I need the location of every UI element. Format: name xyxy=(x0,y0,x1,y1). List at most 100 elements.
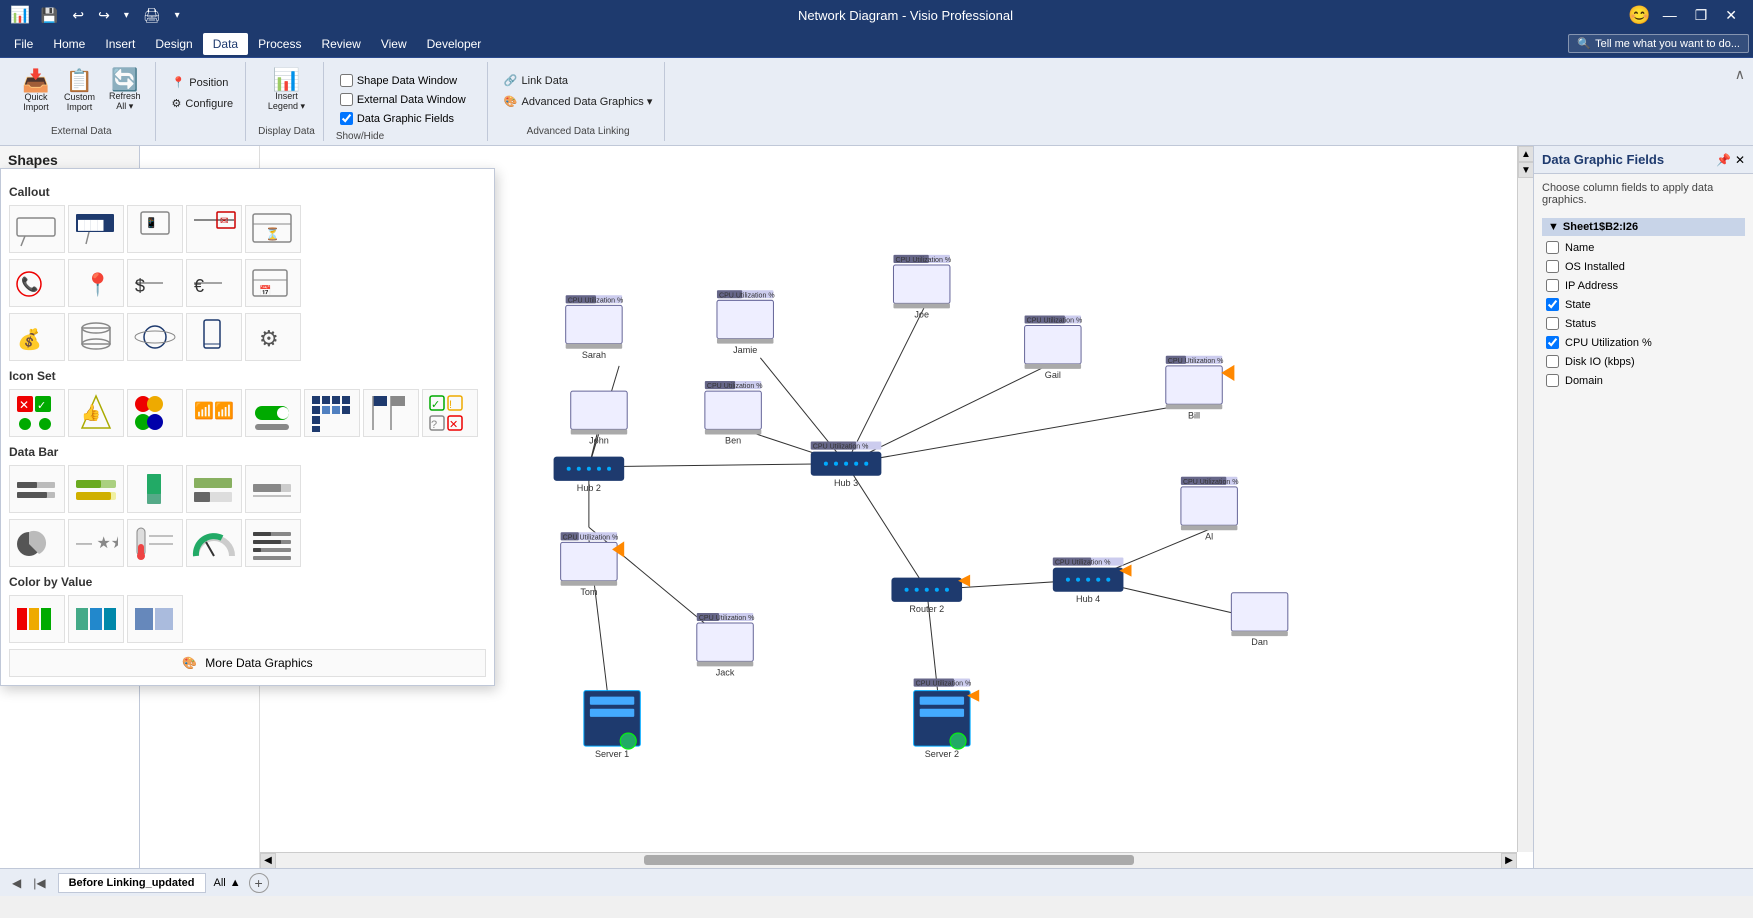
field-os-checkbox[interactable] xyxy=(1546,260,1559,273)
quick-access-redo[interactable]: ↪ xyxy=(95,6,113,25)
callout-calendar[interactable]: 📅 xyxy=(245,259,301,307)
horizontal-scrollbar[interactable]: ◀ ▶ xyxy=(260,852,1517,868)
callout-mobile[interactable] xyxy=(186,313,242,361)
right-panel-pin-icon[interactable]: 📌 xyxy=(1716,153,1731,167)
insert-legend-button[interactable]: 📊 InsertLegend ▾ xyxy=(262,66,311,122)
add-page-button[interactable]: + xyxy=(249,873,269,893)
ben-node[interactable]: CPU Utilization % Ben xyxy=(705,381,763,446)
field-domain-checkbox[interactable] xyxy=(1546,374,1559,387)
page-dropdown[interactable]: All ▲ xyxy=(214,877,241,889)
configure-button[interactable]: ⚙ Configure xyxy=(168,95,238,112)
gail-node[interactable]: CPU Utilization % Gail xyxy=(1025,315,1083,380)
sarah-node[interactable]: CPU Utilization % Sarah xyxy=(566,295,624,360)
hub3-node[interactable]: CPU Utilization % Hub 3 xyxy=(811,442,882,488)
databar-multibar[interactable] xyxy=(245,519,301,567)
iconset-item-wifi[interactable]: 📶 📶 xyxy=(186,389,242,437)
menu-item-home[interactable]: Home xyxy=(43,33,95,55)
callout-planet[interactable] xyxy=(127,313,183,361)
callout-item-3[interactable]: 📱 xyxy=(127,205,183,253)
data-graphic-fields-checkbox[interactable]: Data Graphic Fields xyxy=(336,110,470,127)
hub2-node[interactable]: Hub 2 xyxy=(554,457,625,493)
quick-access-extra[interactable]: ▾ xyxy=(172,9,183,22)
vertical-scrollbar[interactable]: ▲ ▼ xyxy=(1517,146,1533,852)
custom-import-button[interactable]: 📋 CustomImport xyxy=(58,67,101,115)
jack-node[interactable]: CPU Utilization % Jack xyxy=(697,613,755,678)
iconset-item-2[interactable]: 👍 xyxy=(68,389,124,437)
menu-item-file[interactable]: File xyxy=(4,33,43,55)
callout-item-1[interactable] xyxy=(9,205,65,253)
iconset-item-1[interactable]: ✕ ✓ xyxy=(9,389,65,437)
callout-dollar[interactable]: $ xyxy=(127,259,183,307)
iconset-item-toggle[interactable] xyxy=(245,389,301,437)
field-diskio-checkbox[interactable] xyxy=(1546,355,1559,368)
field-cpu-checkbox[interactable] xyxy=(1546,336,1559,349)
scroll-down-arrow[interactable]: ▼ xyxy=(1518,162,1533,178)
advanced-graphics-button[interactable]: 🎨 Advanced Data Graphics ▾ xyxy=(500,93,657,110)
joe-node[interactable]: CPU Utilization % Joe xyxy=(893,255,951,320)
field-ip-checkbox[interactable] xyxy=(1546,279,1559,292)
color-item-1[interactable] xyxy=(9,595,65,643)
quick-access-print[interactable]: 🖨 xyxy=(140,6,164,25)
link-data-button[interactable]: 🔗 Link Data xyxy=(500,72,657,89)
page-first-btn[interactable]: |◀ xyxy=(29,874,49,892)
callout-money-bag[interactable]: 💰 xyxy=(9,313,65,361)
scroll-up-arrow[interactable]: ▲ xyxy=(1518,146,1533,162)
iconset-item-grid[interactable] xyxy=(304,389,360,437)
menu-item-review[interactable]: Review xyxy=(311,33,370,55)
databar-item-2[interactable] xyxy=(68,465,124,513)
databar-stars[interactable]: — ★★★★ xyxy=(68,519,124,567)
iconset-item-flags[interactable] xyxy=(363,389,419,437)
tom-node[interactable]: CPU Utilization % Tom xyxy=(561,532,625,597)
callout-item-2[interactable]: ████ xyxy=(68,205,124,253)
scroll-thumb-h[interactable] xyxy=(644,855,1134,865)
al-node[interactable]: CPU Utilization % Al xyxy=(1181,477,1239,542)
router2-node[interactable]: Router 2 xyxy=(891,575,970,614)
databar-pie[interactable] xyxy=(9,519,65,567)
minimize-button[interactable]: — xyxy=(1657,5,1683,25)
server2-node[interactable]: CPU Utilization % Server 2 xyxy=(914,679,980,760)
hub4-node[interactable]: CPU Utilization % Hub 4 xyxy=(1053,557,1132,603)
status-tab[interactable]: Before Linking_updated xyxy=(58,873,206,893)
menu-item-data[interactable]: Data xyxy=(203,33,248,55)
data-graphic-fields-input[interactable] xyxy=(340,112,353,125)
callout-item-5[interactable]: ⏳ xyxy=(245,205,301,253)
callout-gear[interactable]: ⚙ xyxy=(245,313,301,361)
iconset-item-checkmarks[interactable]: ✓ ! ? ✕ xyxy=(422,389,478,437)
shape-data-window-checkbox[interactable]: Shape Data Window xyxy=(336,72,470,89)
scroll-track-h[interactable] xyxy=(276,853,1501,868)
refresh-all-button[interactable]: 🔄 RefreshAll ▾ xyxy=(103,66,147,115)
quick-access-more[interactable]: ▾ xyxy=(121,9,132,22)
server1-node[interactable]: Server 1 xyxy=(584,691,640,760)
ribbon-collapse-button[interactable]: ∧ xyxy=(1735,66,1745,82)
databar-gauge[interactable] xyxy=(186,519,242,567)
john-node[interactable]: John xyxy=(571,391,627,445)
quick-access-save[interactable]: 💾 xyxy=(38,6,61,25)
callout-db[interactable] xyxy=(68,313,124,361)
field-section-header[interactable]: ▼ Sheet1$B2:I26 xyxy=(1542,218,1745,236)
databar-item-5[interactable] xyxy=(245,465,301,513)
page-prev-btn[interactable]: ◀ xyxy=(8,874,25,892)
jamie-node[interactable]: CPU Utilization % Jamie xyxy=(717,290,775,355)
callout-item-4[interactable]: ✉ xyxy=(186,205,242,253)
field-status-checkbox[interactable] xyxy=(1546,317,1559,330)
external-data-window-input[interactable] xyxy=(340,93,353,106)
shape-data-window-input[interactable] xyxy=(340,74,353,87)
databar-item-3[interactable] xyxy=(127,465,183,513)
callout-euro[interactable]: € xyxy=(186,259,242,307)
field-name-checkbox[interactable] xyxy=(1546,241,1559,254)
menu-item-insert[interactable]: Insert xyxy=(95,33,145,55)
bill-node[interactable]: CPU Utilization % Bill xyxy=(1166,356,1235,421)
databar-item-1[interactable] xyxy=(9,465,65,513)
search-box[interactable]: 🔍 Tell me what you want to do... xyxy=(1568,34,1749,53)
scroll-right-arrow[interactable]: ▶ xyxy=(1501,853,1517,869)
dan-node[interactable]: Dan xyxy=(1231,593,1287,647)
field-state-checkbox[interactable] xyxy=(1546,298,1559,311)
close-button[interactable]: ✕ xyxy=(1719,5,1743,26)
callout-location[interactable]: 📍 xyxy=(68,259,124,307)
position-button[interactable]: 📍 Position xyxy=(168,74,238,91)
quick-access-undo[interactable]: ↩ xyxy=(69,6,87,25)
scroll-left-arrow[interactable]: ◀ xyxy=(260,853,276,869)
menu-item-process[interactable]: Process xyxy=(248,33,311,55)
more-data-graphics-btn[interactable]: 🎨 More Data Graphics xyxy=(9,649,486,677)
menu-item-view[interactable]: View xyxy=(371,33,417,55)
